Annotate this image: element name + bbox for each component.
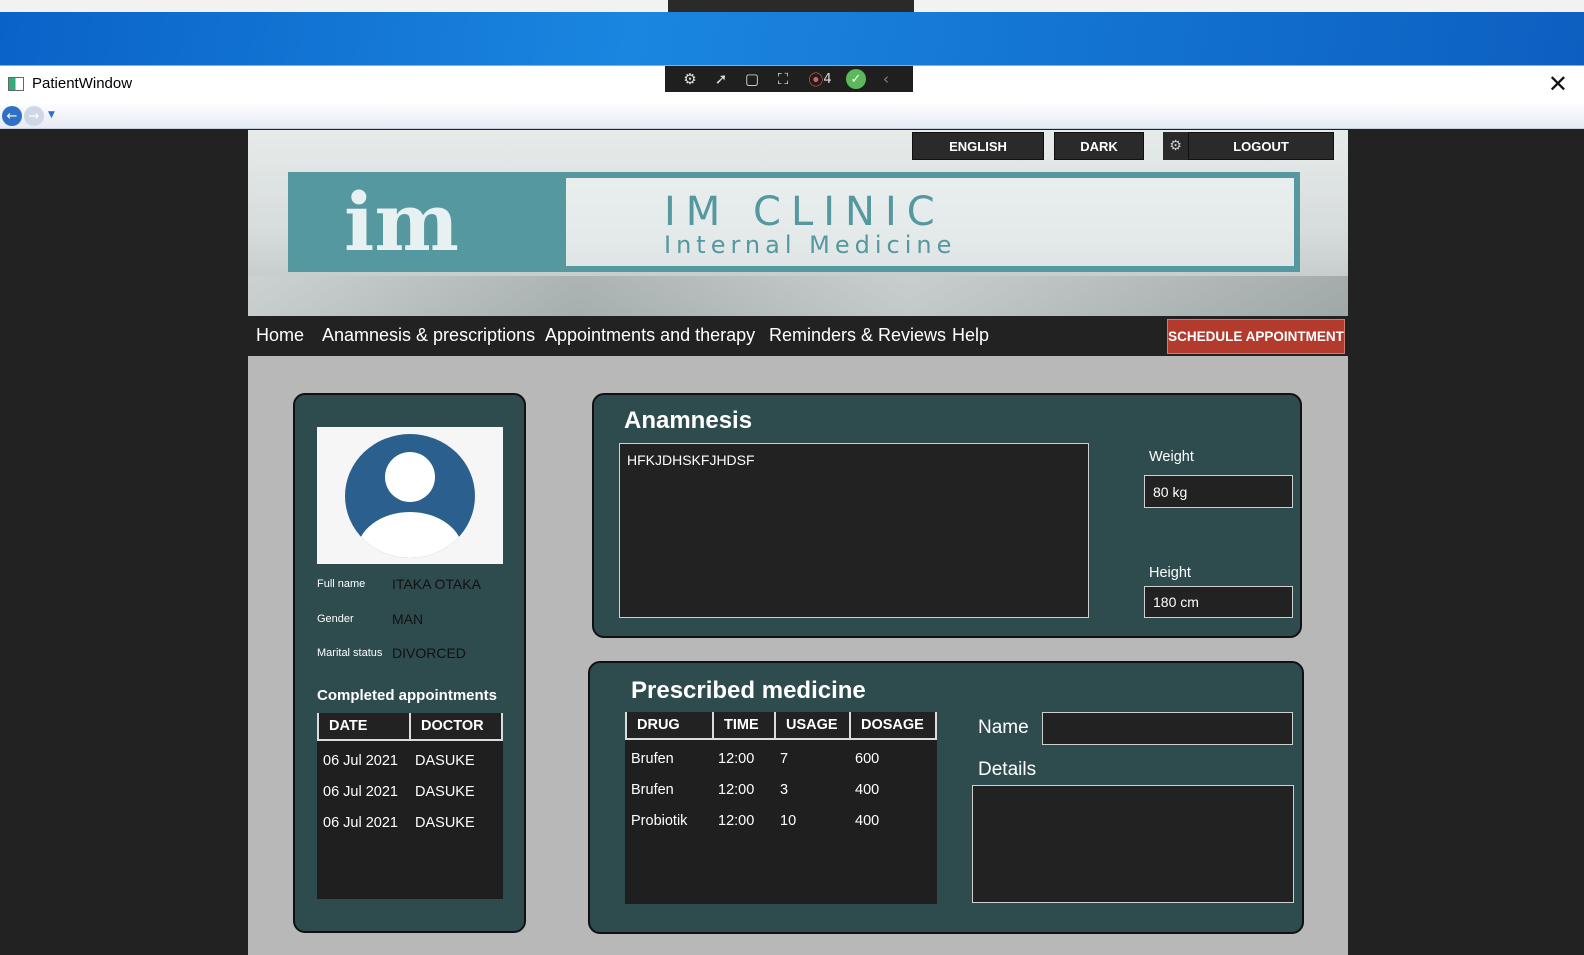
prescriptions-table[interactable]: DRUG TIME USAGE DOSAGE Brufen 12:00 7 60… [625, 712, 937, 904]
table-row[interactable]: 06 Jul 2021 DASUKE [317, 745, 503, 776]
drug-usage: 10 [780, 812, 797, 829]
patient-profile-panel: Full name ITAKA OTAKA Gender MAN Marital… [293, 393, 526, 933]
name-field[interactable] [1042, 712, 1293, 745]
appointment-doctor: DASUKE [415, 752, 475, 769]
drug-dosage: 600 [855, 750, 880, 767]
drug-time: 12:00 [718, 781, 755, 798]
column-header-doctor[interactable]: DOCTOR [411, 713, 501, 739]
drug-time: 12:00 [718, 750, 755, 767]
window-title: PatientWindow [32, 75, 133, 92]
gender-value: MAN [392, 611, 424, 627]
history-dropdown-icon[interactable]: ▼ [48, 110, 55, 120]
completed-appointments-title: Completed appointments [317, 687, 498, 704]
table-row[interactable]: 06 Jul 2021 DASUKE [317, 807, 503, 838]
drug-dosage: 400 [855, 812, 880, 829]
drug-name: Brufen [631, 750, 674, 767]
prescribed-medicine-title: Prescribed medicine [631, 677, 866, 704]
details-textarea[interactable] [972, 785, 1294, 903]
height-field[interactable]: 180 cm [1144, 586, 1293, 618]
details-label: Details [978, 759, 1037, 780]
table-header: DATE DOCTOR [317, 713, 503, 741]
weight-label: Weight [1149, 449, 1194, 465]
clinic-banner: im IM CLINIC Internal Medicine ENGLISH D… [248, 130, 1348, 316]
menu-reminders-reviews[interactable]: Reminders & Reviews [769, 316, 946, 356]
marital-status-label: Marital status [317, 647, 383, 659]
live-tree-icon[interactable]: ⚙ [679, 69, 701, 89]
window-navigation-bar: ← → ▼ [0, 102, 1584, 129]
debug-toolbar: ⚙ ➚ ▢ ⛶ ⦿ 4 ✓ ‹ [665, 66, 913, 92]
track-focus-icon[interactable]: ⛶ [772, 69, 794, 89]
menu-anamnesis-prescriptions[interactable]: Anamnesis & prescriptions [322, 316, 535, 356]
drug-usage: 3 [780, 781, 789, 798]
table-row[interactable]: Brufen 12:00 3 400 [625, 774, 937, 805]
hot-reload-issues-icon[interactable]: ⦿ 4 [803, 69, 837, 89]
menu-appointments-therapy[interactable]: Appointments and therapy [545, 316, 755, 356]
appointment-date: 06 Jul 2021 [323, 752, 398, 769]
logo-subtitle: Internal Medicine [664, 231, 957, 259]
drug-dosage: 400 [855, 781, 880, 798]
appointment-doctor: DASUKE [415, 814, 475, 831]
language-button[interactable]: ENGLISH [912, 132, 1044, 160]
marital-status-value: DIVORCED [392, 645, 466, 661]
gender-label: Gender [317, 613, 354, 625]
appointment-date: 06 Jul 2021 [323, 814, 398, 831]
theme-button[interactable]: DARK [1054, 132, 1144, 160]
full-name-label: Full name [317, 578, 366, 590]
issue-count: 4 [823, 71, 832, 87]
gear-icon[interactable]: ⚙ [1163, 132, 1188, 160]
column-header-dosage[interactable]: DOSAGE [851, 712, 935, 738]
back-arrow-icon[interactable]: ← [2, 106, 22, 126]
table-header: DRUG TIME USAGE DOSAGE [625, 712, 937, 740]
main-menu: Home Anamnesis & prescriptions Appointme… [248, 316, 1348, 356]
user-avatar-icon [345, 434, 475, 558]
column-header-date[interactable]: DATE [319, 713, 411, 739]
app-window-icon [8, 77, 24, 91]
prescribed-medicine-panel: Prescribed medicine DRUG TIME USAGE DOSA… [588, 661, 1304, 934]
display-layout-adorner-icon[interactable]: ▢ [741, 69, 763, 89]
appointment-doctor: DASUKE [415, 783, 475, 800]
schedule-appointment-button[interactable]: SCHEDULE APPOINTMENT [1167, 319, 1345, 354]
appointment-date: 06 Jul 2021 [323, 783, 398, 800]
anamnesis-panel: Anamnesis HFKJDHSKFJHDSF Weight 80 kg He… [592, 393, 1302, 638]
clinic-logo: im IM CLINIC Internal Medicine [288, 172, 1300, 272]
drug-name: Probiotik [631, 812, 688, 829]
column-header-time[interactable]: TIME [714, 712, 776, 738]
logo-m-glyph: im [344, 175, 460, 269]
drug-time: 12:00 [718, 812, 755, 829]
anamnesis-title: Anamnesis [624, 407, 753, 434]
name-label: Name [978, 717, 1029, 738]
logout-button[interactable]: LOGOUT [1188, 132, 1334, 160]
anamnesis-textarea[interactable]: HFKJDHSKFJHDSF [619, 443, 1089, 618]
debug-toolbar-shadow [668, 0, 914, 12]
app-content: im IM CLINIC Internal Medicine ENGLISH D… [248, 130, 1348, 955]
logo-mark: im [294, 178, 566, 266]
drug-name: Brufen [631, 781, 674, 798]
completed-appointments-table[interactable]: DATE DOCTOR 06 Jul 2021 DASUKE 06 Jul 20… [317, 713, 503, 899]
collapse-toolbar-icon[interactable]: ‹ [875, 69, 897, 89]
hot-reload-ok-icon[interactable]: ✓ [846, 69, 866, 89]
column-header-drug[interactable]: DRUG [627, 712, 714, 738]
weight-field[interactable]: 80 kg [1144, 475, 1293, 508]
full-name-value: ITAKA OTAKA [392, 576, 481, 592]
menu-help[interactable]: Help [952, 316, 989, 356]
table-row[interactable]: Brufen 12:00 7 600 [625, 743, 937, 774]
avatar [317, 427, 503, 564]
menu-home[interactable]: Home [256, 316, 304, 356]
table-row[interactable]: 06 Jul 2021 DASUKE [317, 776, 503, 807]
select-element-icon[interactable]: ➚ [710, 69, 732, 89]
forward-arrow-icon[interactable]: → [24, 106, 44, 126]
table-row[interactable]: Probiotik 12:00 10 400 [625, 805, 937, 836]
column-header-usage[interactable]: USAGE [776, 712, 851, 738]
drug-usage: 7 [780, 750, 789, 767]
height-label: Height [1149, 565, 1191, 581]
close-window-icon[interactable]: ✕ [1548, 70, 1568, 98]
logo-title: IM CLINIC [664, 189, 945, 235]
